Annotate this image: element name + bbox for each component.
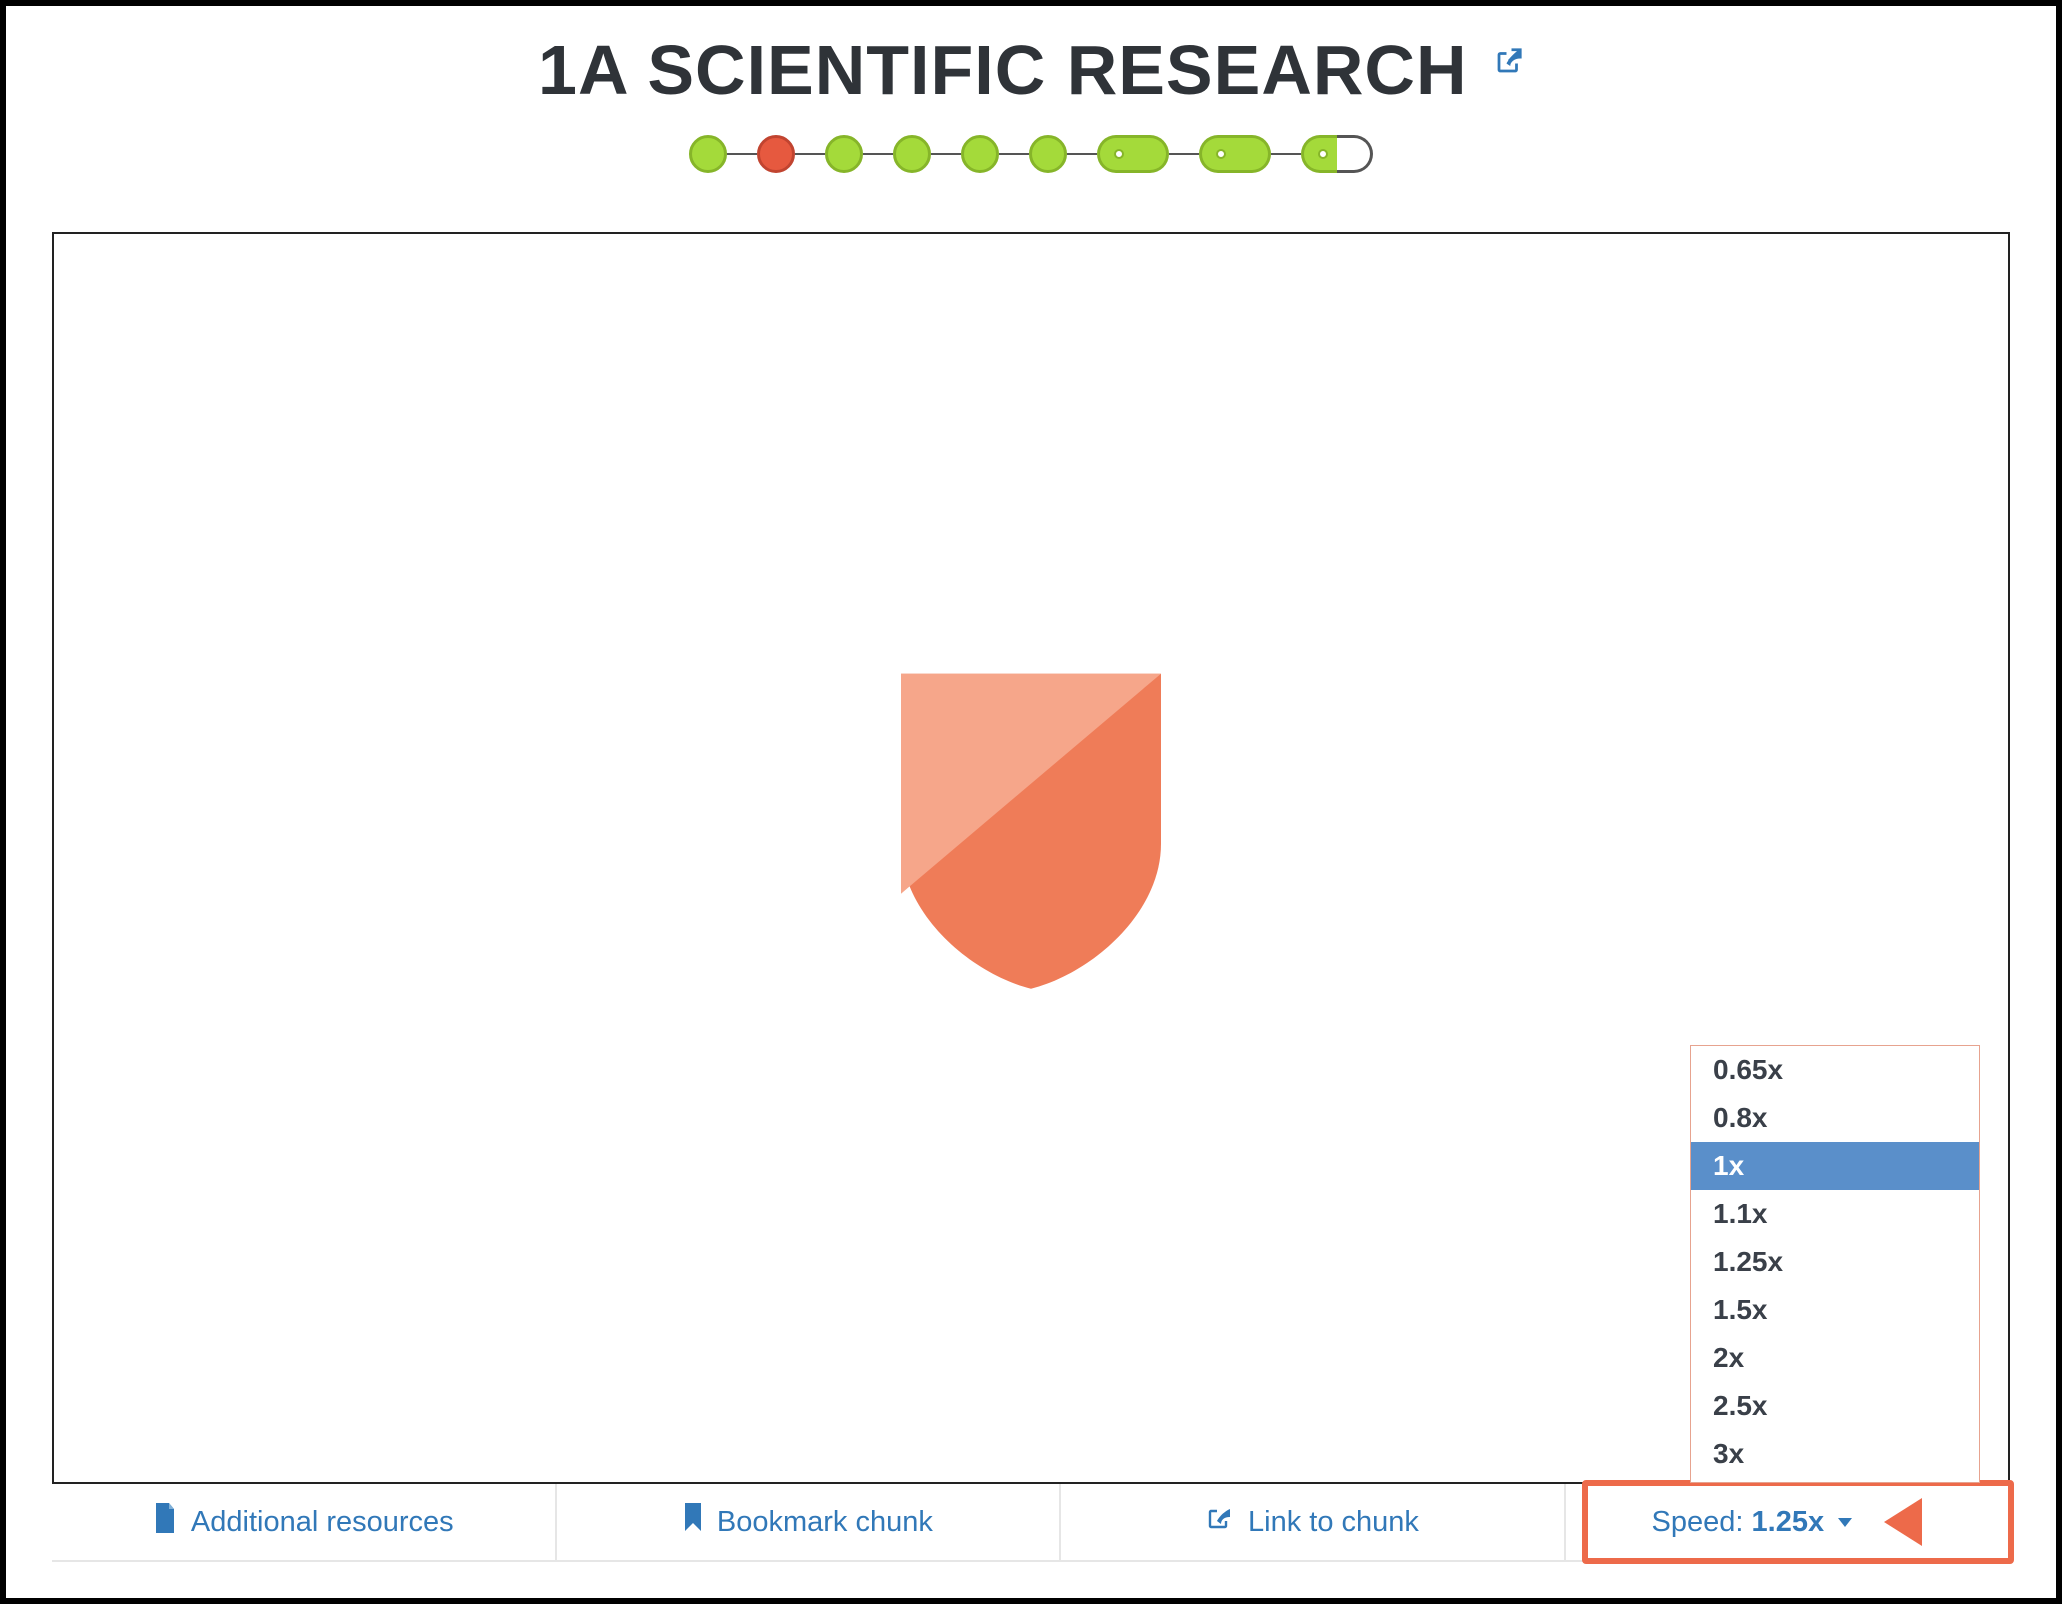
link-to-chunk-label: Link to chunk [1248, 1506, 1419, 1539]
speed-option[interactable]: 2.5x [1691, 1382, 1979, 1430]
speed-option[interactable]: 3x [1691, 1430, 1979, 1478]
additional-resources-label: Additional resources [191, 1506, 454, 1539]
progress-capsule[interactable] [1199, 135, 1271, 173]
title-row: 1A SCIENTIFIC RESEARCH [52, 30, 2010, 110]
bookmark-chunk-label: Bookmark chunk [717, 1506, 933, 1539]
speed-value: 1.25x [1752, 1506, 1825, 1538]
toolbar: Additional resources Bookmark chunk Link… [52, 1484, 2010, 1562]
speed-option[interactable]: 1x [1691, 1142, 1979, 1190]
progress-capsule[interactable] [1097, 135, 1169, 173]
speed-option[interactable]: 1.5x [1691, 1286, 1979, 1334]
speed-label: Speed: [1652, 1506, 1744, 1538]
progress-bar [52, 134, 2010, 180]
progress-dot[interactable] [961, 135, 999, 173]
share-icon [1206, 1505, 1234, 1539]
bookmark-chunk-button[interactable]: Bookmark chunk [557, 1484, 1062, 1560]
progress-dot[interactable] [1029, 135, 1067, 173]
pointer-arrow-icon [1884, 1498, 1922, 1546]
speed-option[interactable]: 0.65x [1691, 1046, 1979, 1094]
speed-option[interactable]: 1.25x [1691, 1238, 1979, 1286]
speed-button[interactable]: Speed: 1.25x [1566, 1484, 2010, 1560]
speed-option[interactable]: 2x [1691, 1334, 1979, 1382]
progress-dot[interactable] [689, 135, 727, 173]
progress-capsule[interactable] [1301, 135, 1373, 173]
speed-menu[interactable]: 0.65x0.8x1x1.1x1.25x1.5x2x2.5x3x [1690, 1045, 1980, 1483]
shield-icon [891, 664, 1171, 999]
progress-dot[interactable] [757, 135, 795, 173]
video-area[interactable]: 0.65x0.8x1x1.1x1.25x1.5x2x2.5x3x [52, 232, 2010, 1484]
progress-dot[interactable] [893, 135, 931, 173]
file-icon [153, 1503, 177, 1541]
additional-resources-button[interactable]: Additional resources [52, 1484, 557, 1560]
app-frame: 1A SCIENTIFIC RESEARCH 0.65x0.8x1x1.1x1.… [0, 0, 2062, 1604]
bookmark-icon [683, 1503, 703, 1541]
speed-option[interactable]: 1.1x [1691, 1190, 1979, 1238]
link-to-chunk-button[interactable]: Link to chunk [1061, 1484, 1566, 1560]
page-title: 1A SCIENTIFIC RESEARCH [538, 30, 1468, 110]
caret-down-icon [1838, 1518, 1852, 1527]
speed-option[interactable]: 0.8x [1691, 1094, 1979, 1142]
share-icon[interactable] [1494, 46, 1524, 81]
progress-dot[interactable] [825, 135, 863, 173]
